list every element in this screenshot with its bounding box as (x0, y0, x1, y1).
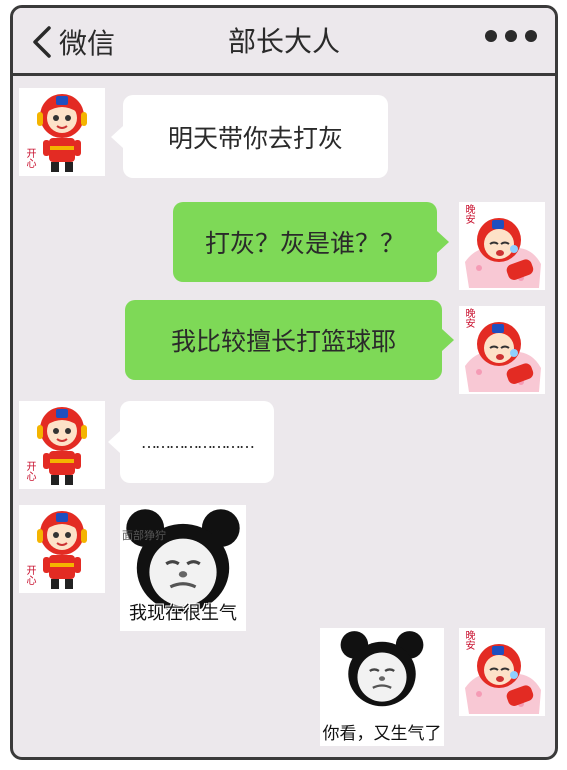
sticker-message[interactable]: 你看，又生气了 (320, 628, 444, 746)
sticker-caption: 你看，又生气了 (322, 724, 442, 744)
chat-header: 微信 部长大人 (13, 8, 555, 76)
avatar-self[interactable]: 晚安 (459, 202, 545, 290)
avatar-badge: 开心 (24, 565, 35, 585)
back-button[interactable]: 微信 (31, 20, 115, 64)
message-bubble-incoming[interactable]: 明天带你去打灰 (111, 95, 388, 178)
avatar-contact[interactable]: 开心 (19, 505, 105, 593)
back-label: 微信 (59, 27, 116, 60)
message-bubble-outgoing[interactable]: 打灰？灰是谁？？ (173, 202, 449, 282)
panda-sticker-image (320, 628, 444, 720)
sticker-message[interactable]: 面部狰狞 我现在很生气 (120, 505, 246, 631)
avatar-badge: 晚安 (463, 308, 474, 328)
phone-frame: 微信 部长大人 开心 明天带你去打灰 打灰？灰是谁？？ 晚安 我比较擅长打篮球耶… (10, 5, 558, 760)
message-bubble-incoming[interactable]: …………………… (108, 401, 274, 483)
avatar-badge: 开心 (24, 461, 35, 481)
avatar-contact[interactable]: 开心 (19, 88, 105, 176)
sticker-caption: 我现在很生气 (129, 603, 237, 624)
avatar-badge: 晚安 (463, 630, 474, 650)
message-bubble-outgoing[interactable]: 我比较擅长打篮球耶 (125, 300, 454, 380)
sticker-top-text: 面部狰狞 (122, 529, 166, 542)
chevron-left-icon (33, 26, 51, 58)
avatar-self[interactable]: 晚安 (459, 628, 545, 716)
avatar-badge: 开心 (24, 148, 35, 168)
avatar-badge: 晚安 (463, 204, 474, 224)
avatar-self[interactable]: 晚安 (459, 306, 545, 394)
more-dots-icon[interactable] (485, 30, 537, 42)
avatar-contact[interactable]: 开心 (19, 401, 105, 489)
